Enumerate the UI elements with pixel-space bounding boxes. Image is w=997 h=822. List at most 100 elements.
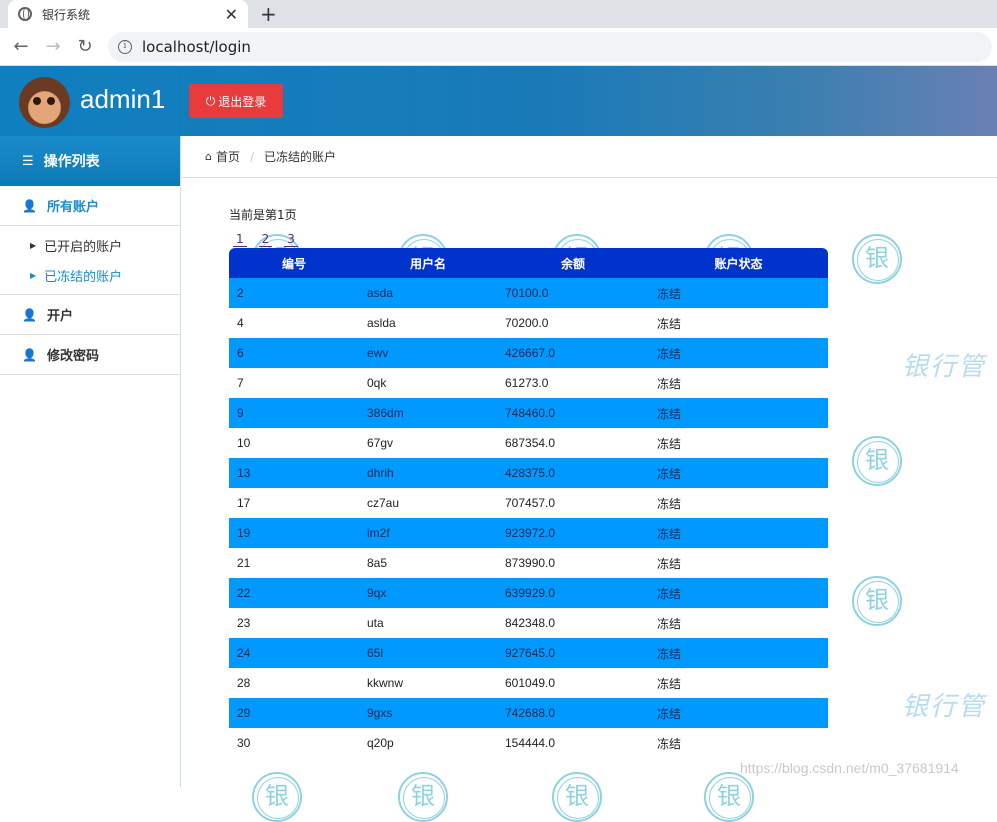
table-row: 29 9gxs 742688.0 冻结 [229,698,828,728]
table-header-row: 编号 用户名 余额 账户状态 [229,248,828,278]
table-cell: aslda [367,316,396,330]
watermark-stamp: 银 [852,234,902,284]
sidebar-item-label: 已开启的账户 [44,239,123,255]
table-cell: 2 [237,286,244,300]
pagination: 1 2 3 [233,232,310,247]
reload-icon[interactable]: ↻ [74,36,96,57]
watermark-url: https://blog.csdn.net/m0_37681914 [740,760,959,776]
watermark-stamp: 银 [252,772,302,822]
table-cell: 9 [237,406,244,420]
table-cell: 927645.0 [505,646,556,660]
globe-icon [18,7,32,21]
table-cell: 9gxs [367,706,393,720]
sidebar-item-open-accounts[interactable]: ▶ 已开启的账户 [0,230,180,260]
table-cell: 0qk [367,376,387,390]
new-tab-button[interactable]: + [260,2,277,26]
app-header: admin1 ⏻ 退出登录 [0,66,997,136]
table-row: 21 8a5 873990.0 冻结 [229,548,828,578]
table-cell: 13 [237,466,251,480]
sidebar-item-change-password[interactable]: 👤 修改密码 [0,335,180,375]
table-row: 13 dhrih 428375.0 冻结 [229,458,828,488]
sidebar-header: ☰ 操作列表 [0,136,180,186]
sidebar-item-open-account[interactable]: 👤 开户 [0,295,180,335]
table-cell: 70100.0 [505,286,549,300]
table-cell: 10 [237,436,251,450]
browser-tab[interactable]: 银行系统 ✕ [8,0,248,28]
table-cell: 65l [367,646,384,660]
table-cell: 冻结 [657,346,682,361]
sidebar-item-all-accounts[interactable]: 👤 所有账户 [0,186,180,226]
caret-right-icon: ▶ [30,240,37,250]
sidebar-item-label: 已冻结的账户 [44,269,123,285]
table-cell: 687354.0 [505,436,556,450]
logout-label: 退出登录 [218,94,267,109]
table-cell: 冻结 [657,466,682,481]
table-cell: 冻结 [657,706,682,721]
table-cell: 873990.0 [505,556,556,570]
table-row: 19 im2f 923972.0 冻结 [229,518,828,548]
table-cell: 4 [237,316,244,330]
table-cell: 7 [237,376,244,390]
table-cell: 冻结 [657,736,682,751]
table-cell: 842348.0 [505,616,556,630]
table-cell: 67gv [367,436,394,450]
table-cell: 冻结 [657,376,682,391]
breadcrumb-home[interactable]: 首页 [216,148,240,165]
table-cell: 923972.0 [505,526,556,540]
column-header: 账户状态 [714,256,763,271]
table-row: 2 asda 70100.0 冻结 [229,278,828,308]
table-cell: 154444.0 [505,736,556,750]
table-cell: dhrih [367,466,394,480]
sidebar-item-frozen-accounts[interactable]: ▶ 已冻结的账户 [0,260,180,290]
user-icon: 👤 [22,307,37,322]
table-cell: 冻结 [657,616,682,631]
table-cell: ewv [367,346,389,360]
table-cell: 冻结 [657,556,682,571]
username: admin1 [80,84,166,114]
table-row: 10 67gv 687354.0 冻结 [229,428,828,458]
page-link-3[interactable]: 3 [284,232,298,247]
table-row: 9 386dm 748460.0 冻结 [229,398,828,428]
table-cell: 639929.0 [505,586,556,600]
table-cell: cz7au [367,496,400,510]
table-cell: 冻结 [657,316,682,331]
table-row: 7 0qk 61273.0 冻结 [229,368,828,398]
power-icon: ⏻ [205,93,216,108]
table-row: 17 cz7au 707457.0 冻结 [229,488,828,518]
info-icon[interactable]: i [118,40,132,54]
sidebar-item-label: 开户 [46,309,73,324]
table-cell: asda [367,286,394,300]
sidebar-item-label: 修改密码 [46,349,99,364]
table-cell: 19 [237,526,251,540]
list-icon: ☰ [22,153,34,169]
breadcrumb: ⌂ 首页 / 已冻结的账户 [181,136,997,178]
column-header: 余额 [560,256,585,271]
table-cell: kkwnw [367,676,404,690]
address-bar[interactable]: i localhost/login [108,32,992,62]
sidebar-title: 操作列表 [43,154,100,170]
table-row: 6 ewv 426667.0 冻结 [229,338,828,368]
back-arrow-icon[interactable]: ← [10,36,32,57]
watermark-text: 银行管 [902,352,987,382]
forward-arrow-icon[interactable]: → [42,36,64,57]
caret-right-icon: ▶ [30,270,37,280]
page-link-1[interactable]: 1 [233,232,247,247]
table-row: 4 aslda 70200.0 冻结 [229,308,828,338]
table-cell: 冻结 [657,646,682,661]
sidebar: ☰ 操作列表 👤 所有账户 ▶ 已开启的账户 ▶ 已冻结的账户 👤 开户 👤 修… [0,136,181,787]
table-cell: 29 [237,706,251,720]
table-body: 2 asda 70100.0 冻结 4 aslda 70200.0 冻结 6 ewv 426667.… [229,278,828,758]
table-cell: 428375.0 [505,466,556,480]
table-cell: 8a5 [367,556,388,570]
logout-button[interactable]: ⏻ 退出登录 [189,84,283,118]
table-cell: 28 [237,676,251,690]
close-tab-icon[interactable]: ✕ [225,5,238,24]
table-cell: uta [367,616,384,630]
user-icon: 👤 [22,198,37,213]
address-url: localhost/login [142,38,251,56]
tab-title: 银行系统 [42,7,91,22]
page-link-2[interactable]: 2 [258,232,273,247]
table-cell: 61273.0 [505,376,549,390]
watermark-stamp: 银 [552,772,602,822]
table-cell: 742688.0 [505,706,556,720]
